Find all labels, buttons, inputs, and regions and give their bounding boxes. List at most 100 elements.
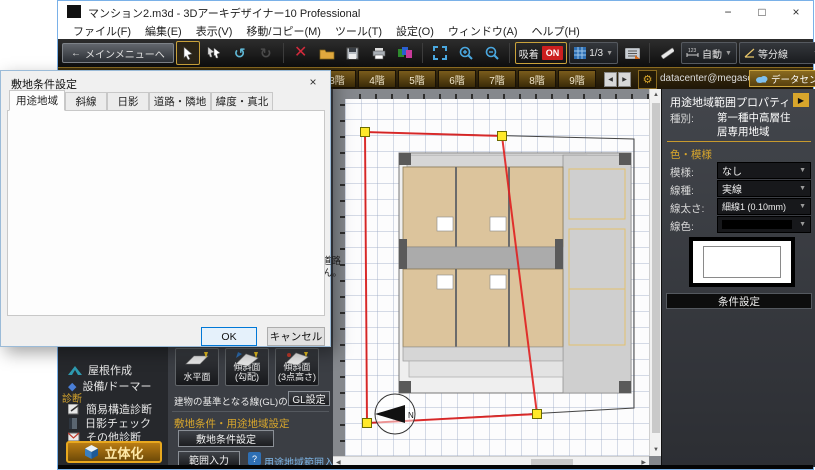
main-menu-button[interactable]: ← メインメニューへ [62,43,174,63]
gear-icon: ⚙ [642,74,653,86]
vertical-scrollbar[interactable]: ▲ ▼ [649,89,661,456]
measure-tool-button[interactable] [655,41,679,65]
ruler-horizontal [345,89,649,99]
menu-settings[interactable]: 設定(O) [389,23,441,39]
vertex-handle[interactable] [362,418,372,428]
equal-divide-dropdown[interactable]: 等分線 ▼ [738,42,815,64]
fit-screen-icon [432,46,447,60]
tab-scroll-left-button[interactable]: ◀ [604,72,617,87]
snap-toggle[interactable]: 吸着 ON [514,42,568,64]
style-preview [689,237,795,287]
export-button[interactable] [393,41,417,65]
linecolor-dropdown[interactable]: ▼ [717,216,811,233]
redo-icon: ↻ [259,45,272,61]
slope-3point-button[interactable]: 傾斜面 (3点高さ) [275,348,319,386]
menu-help[interactable]: ヘルプ(H) [525,23,587,39]
redo-button[interactable]: ↻ [254,41,278,65]
scroll-down-icon[interactable]: ▼ [653,447,659,453]
title-bar[interactable]: マンション2.m3d - 3Dアーキデザイナー10 Professional −… [58,1,813,23]
printer-icon [372,47,386,59]
fit-view-button[interactable] [428,41,452,65]
keypad-button[interactable] [620,41,644,65]
tab-latitude[interactable]: 緯度・真北 [211,92,273,111]
floor-tab-8[interactable]: 8階 [518,70,556,88]
help-icon[interactable]: ? [248,452,261,465]
menu-view[interactable]: 表示(V) [189,23,240,39]
linetype-dropdown[interactable]: 実線 ▼ [717,180,811,197]
menu-edit[interactable]: 編集(E) [138,23,189,39]
menu-move-copy[interactable]: 移動/コピー(M) [239,23,328,39]
plan-paper[interactable]: N [345,99,649,456]
save-button[interactable] [341,41,365,65]
menu-bar: ファイル(F) 編集(E) 表示(V) 移動/コピー(M) ツール(T) 設定(… [58,23,813,39]
maximize-button[interactable]: □ [745,1,779,23]
north-compass: N [374,393,416,435]
back-arrow-icon: ← [71,47,81,59]
tab-slant[interactable]: 斜線 [65,92,107,111]
floor-tab-5[interactable]: 5階 [398,70,436,88]
panel-collapse-button[interactable]: ▶ [793,93,809,107]
gl-setting-button[interactable]: GL設定 [288,391,330,406]
gl-setting-label: 建物の基準となる線(GL)の設定 [174,397,307,408]
multi-cursor-icon [207,46,221,59]
scroll-up-icon[interactable]: ▲ [653,92,659,98]
floor-tab-7[interactable]: 7階 [478,70,516,88]
dimension-auto-dropdown[interactable]: 123 自動 ▼ [681,42,737,64]
tab-scroll-right-button[interactable]: ▶ [618,72,631,87]
vscroll-thumb[interactable] [652,103,660,433]
floor-tab-9[interactable]: 9階 [558,70,596,88]
zone-tab-page [7,110,325,316]
pattern-dropdown[interactable]: なし ▼ [717,162,811,179]
tab-road[interactable]: 道路・隣地 [149,92,211,111]
shadow-check-icon [69,417,77,429]
pattern-label: 模様: [670,167,694,179]
main-toolbar: ← メインメニューへ ↺ ↻ ✕ 吸着 ON 1/3 ▼ 123 自動 ▼ 等分… [58,39,815,67]
grid-scale-dropdown[interactable]: 1/3 ▼ [569,42,619,64]
tab-shadow[interactable]: 日影 [107,92,149,111]
delete-button[interactable]: ✕ [289,41,313,65]
roof-icon [68,365,82,375]
dropdown-arrow-icon: ▼ [799,221,806,228]
tab-zone[interactable]: 用途地域 [9,90,65,111]
vertex-handle[interactable] [497,131,507,141]
condition-setting-button[interactable]: 条件設定 [666,293,812,309]
minimize-button[interactable]: − [711,1,745,23]
vertex-handle[interactable] [532,409,542,419]
floor-tab-4[interactable]: 4階 [358,70,396,88]
menu-file[interactable]: ファイル(F) [66,23,138,39]
panel-title: 用途地域範囲プロパティ [670,97,791,109]
solidify-button[interactable]: 立体化 [66,441,162,463]
dimension-icon: 123 [686,48,699,57]
horizontal-plane-button[interactable]: 水平面 [175,348,219,386]
zoom-in-button[interactable] [454,41,478,65]
open-file-button[interactable] [315,41,339,65]
site-condition-button[interactable]: 敷地条件設定 [178,430,274,447]
select-tool-button[interactable] [175,41,200,65]
cursor-icon [183,46,193,60]
print-button[interactable] [367,41,391,65]
menu-tools[interactable]: ツール(T) [328,23,389,39]
toolbar-separator [282,43,284,63]
drawing-canvas: N ▲ ▼ ◀ ▶ [333,89,661,467]
multi-select-tool-button[interactable] [202,41,226,65]
vertex-handle[interactable] [360,127,370,137]
dialog-close-button[interactable]: × [304,75,322,89]
zoom-out-button[interactable] [480,41,504,65]
lineweight-dropdown[interactable]: 細線1 (0.10mm) ▼ [717,198,811,215]
lineweight-label: 線太さ: [670,203,705,215]
cancel-button[interactable]: キャンセル [267,327,325,346]
folder-icon [319,49,335,59]
sidebar-item-roof[interactable]: 屋根作成 [68,362,132,378]
floor-tab-6[interactable]: 6階 [438,70,476,88]
close-button[interactable]: × [779,1,813,23]
surface-icon [235,352,259,366]
menu-window[interactable]: ウィンドウ(A) [441,23,525,39]
keypad-icon [624,47,640,59]
account-settings-button[interactable]: ⚙ [638,70,657,89]
ok-button[interactable]: OK [201,327,257,346]
dropdown-arrow-icon: ▼ [725,49,732,57]
datacenter-button[interactable]: データセンター [749,70,815,87]
north-label: N [408,411,414,420]
slope-plane-button[interactable]: 傾斜面 (勾配) [225,348,269,386]
undo-button[interactable]: ↺ [228,41,252,65]
